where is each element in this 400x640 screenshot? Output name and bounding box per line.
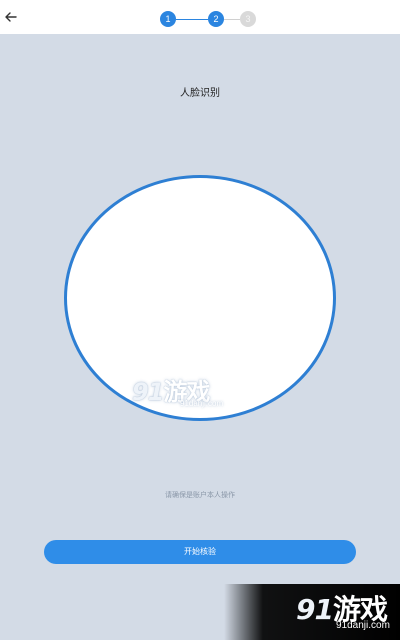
corner-watermark-domain: 91danji.com [336,620,390,631]
hint-text: 请确保是账户本人操作 [165,491,235,499]
start-verification-button[interactable]: 开始核验 [44,540,356,564]
step-2: 2 [208,11,224,27]
top-bar: 1 2 3 [0,0,400,34]
step-3: 3 [240,11,256,27]
watermark-domain: 91danji.com [180,399,224,408]
corner-watermark: 91游戏 91danji.com [224,584,400,640]
watermark-logo: 91游戏 91danji.com [132,372,242,416]
step-connector-2 [224,18,240,20]
step-connector-1 [176,18,208,20]
progress-stepper: 1 2 3 [160,11,256,27]
page-title: 人脸识别 [180,88,220,99]
back-button[interactable] [2,8,20,26]
arrow-left-icon [5,12,17,22]
step-1: 1 [160,11,176,27]
